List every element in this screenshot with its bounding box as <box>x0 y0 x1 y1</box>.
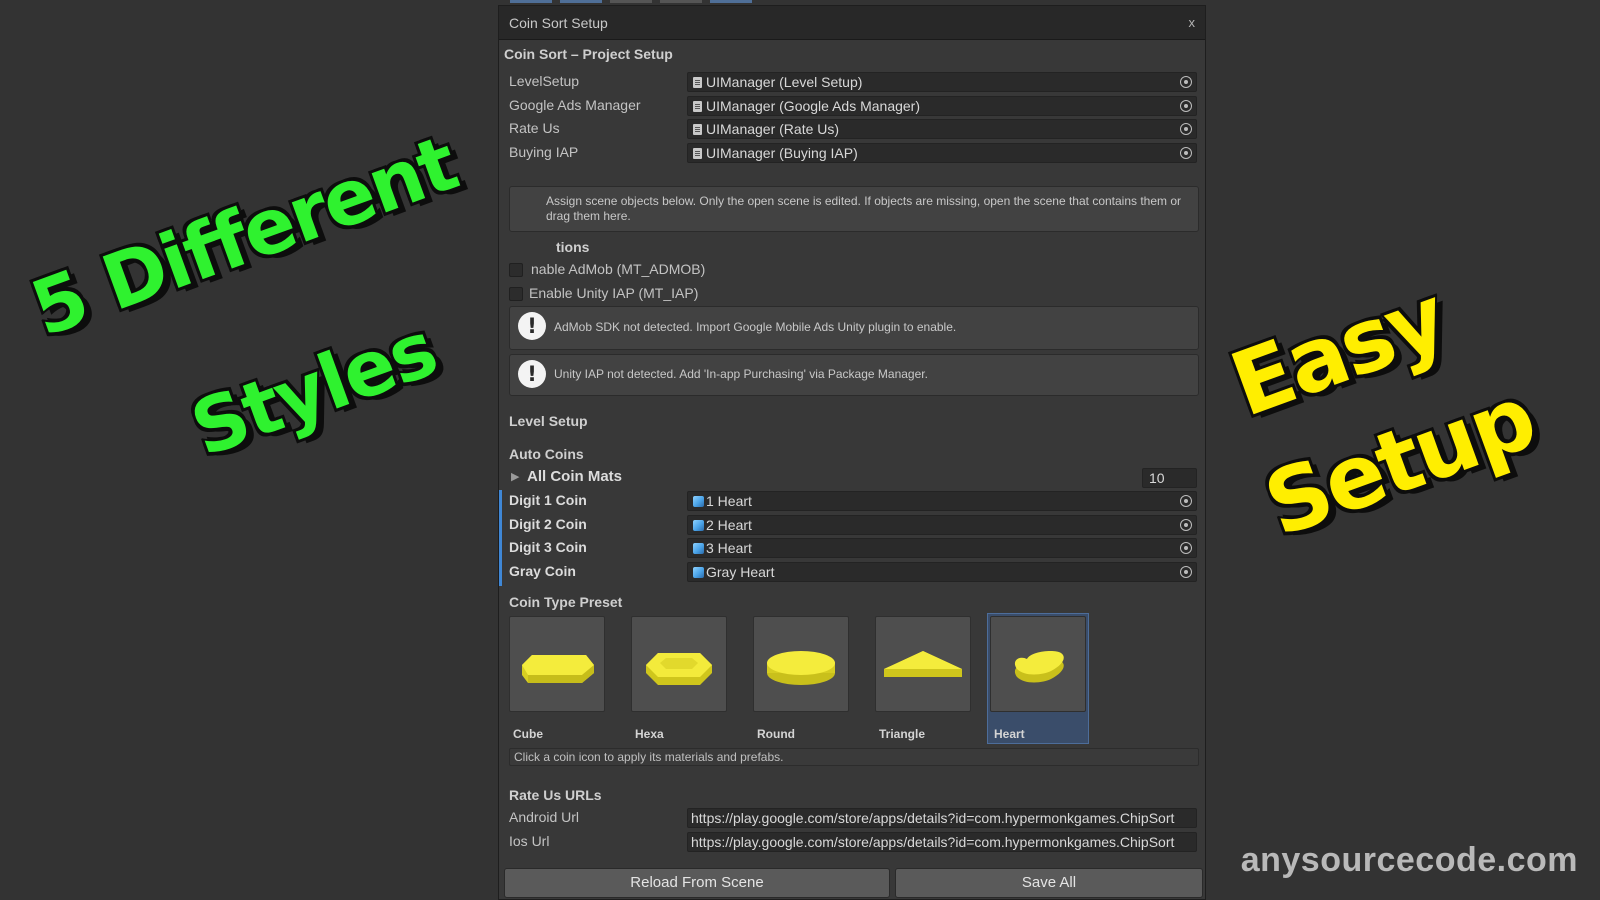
enable-iap-label: Enable Unity IAP (MT_IAP) <box>529 285 699 301</box>
digit1-coin-field[interactable]: 1 Heart <box>687 491 1197 511</box>
modified-indicator-bar <box>499 490 502 586</box>
preset-heart-label: Heart <box>994 727 1025 741</box>
preset-triangle-button[interactable] <box>875 616 971 712</box>
buying-iap-ref-value: UIManager (Buying IAP) <box>706 145 858 161</box>
material-icon <box>693 543 704 554</box>
rate-us-urls-heading: Rate Us URLs <box>509 787 602 803</box>
object-picker-icon[interactable] <box>1180 519 1192 531</box>
preset-triangle-label: Triangle <box>879 727 926 741</box>
coin-type-preset-heading: Coin Type Preset <box>509 594 623 610</box>
level-setup-ref-value: UIManager (Level Setup) <box>706 74 863 90</box>
reload-from-scene-button[interactable]: Reload From Scene <box>504 868 890 898</box>
save-all-button[interactable]: Save All <box>895 868 1203 898</box>
auto-coins-heading: Auto Coins <box>509 446 584 462</box>
all-coin-mats-size-value: 10 <box>1149 470 1165 486</box>
digit3-coin-field[interactable]: 3 Heart <box>687 538 1197 558</box>
editor-toolbar-strip <box>510 0 770 3</box>
material-icon <box>693 520 704 531</box>
preset-round-label: Round <box>757 727 795 741</box>
gameobject-icon <box>693 124 702 135</box>
object-picker-icon[interactable] <box>1180 100 1192 112</box>
all-coin-mats-size-field[interactable]: 10 <box>1142 468 1197 488</box>
iap-warning-text: Unity IAP not detected. Add 'In-app Purc… <box>554 367 928 381</box>
heart-coin-icon <box>1014 651 1064 683</box>
object-picker-icon[interactable] <box>1180 542 1192 554</box>
iap-warning-box: ! Unity IAP not detected. Add 'In-app Pu… <box>509 354 1199 396</box>
object-picker-icon[interactable] <box>1180 123 1192 135</box>
object-picker-icon[interactable] <box>1180 495 1192 507</box>
google-ads-ref-label: Google Ads Manager <box>509 97 641 113</box>
preset-heart-button[interactable] <box>990 616 1086 712</box>
google-ads-ref-field[interactable]: UIManager (Google Ads Manager) <box>687 96 1197 116</box>
preset-hint-text: Click a coin icon to apply its materials… <box>514 750 784 764</box>
digit3-coin-value: 3 Heart <box>706 540 752 556</box>
material-icon <box>693 567 704 578</box>
admob-warning-box: ! AdMob SDK not detected. Import Google … <box>509 306 1199 350</box>
promo-text-line2: Styles <box>178 302 449 476</box>
warning-icon: ! <box>518 312 546 340</box>
watermark: anysourcecode.com <box>1240 841 1578 879</box>
digit1-coin-value: 1 Heart <box>706 493 752 509</box>
gray-coin-value: Gray Heart <box>706 564 775 580</box>
android-url-value: https://play.google.com/store/apps/detai… <box>691 810 1175 826</box>
object-picker-icon[interactable] <box>1180 76 1192 88</box>
gray-coin-label: Gray Coin <box>509 563 576 579</box>
preset-hint-box: Click a coin icon to apply its materials… <box>509 748 1199 766</box>
close-icon[interactable]: x <box>1189 15 1196 30</box>
object-picker-icon[interactable] <box>1180 147 1192 159</box>
digit2-coin-value: 2 Heart <box>706 517 752 533</box>
warning-icon: ! <box>518 360 546 388</box>
buying-iap-ref-label: Buying IAP <box>509 144 579 160</box>
preset-round-button[interactable] <box>753 616 849 712</box>
ios-url-label: Ios Url <box>509 833 550 849</box>
project-setup-heading: Coin Sort – Project Setup <box>504 46 673 62</box>
coin-sort-setup-window: Coin Sort Setup x Coin Sort – Project Se… <box>498 5 1206 900</box>
ios-url-input[interactable]: https://play.google.com/store/apps/detai… <box>687 832 1197 852</box>
rate-us-ref-field[interactable]: UIManager (Rate Us) <box>687 119 1197 139</box>
preset-cube-button[interactable] <box>509 616 605 712</box>
digit1-coin-label: Digit 1 Coin <box>509 492 587 508</box>
google-ads-ref-value: UIManager (Google Ads Manager) <box>706 98 920 114</box>
gray-coin-field[interactable]: Gray Heart <box>687 562 1197 582</box>
gameobject-icon <box>693 101 702 112</box>
object-picker-icon[interactable] <box>1180 566 1192 578</box>
digit2-coin-field[interactable]: 2 Heart <box>687 515 1197 535</box>
preset-hexa-button[interactable] <box>631 616 727 712</box>
gameobject-icon <box>693 77 702 88</box>
scene-info-box: Assign scene objects below. Only the ope… <box>509 186 1199 232</box>
level-setup-ref-label: LevelSetup <box>509 73 580 89</box>
window-title: Coin Sort Setup <box>509 15 608 31</box>
admob-warning-text: AdMob SDK not detected. Import Google Mo… <box>554 320 957 334</box>
digit2-coin-label: Digit 2 Coin <box>509 516 587 532</box>
android-url-label: Android Url <box>509 809 580 825</box>
hexa-coin-icon <box>646 653 712 685</box>
triangle-coin-icon <box>884 651 962 677</box>
digit3-coin-label: Digit 3 Coin <box>509 539 587 555</box>
cube-coin-icon <box>522 655 594 683</box>
material-icon <box>693 496 704 507</box>
round-coin-icon <box>767 651 835 685</box>
preset-cube-label: Cube <box>513 727 543 741</box>
preset-hexa-label: Hexa <box>635 727 664 741</box>
enable-iap-checkbox[interactable] <box>509 287 523 301</box>
options-heading: tions <box>556 239 590 255</box>
rate-us-ref-value: UIManager (Rate Us) <box>706 121 840 137</box>
level-setup-ref-field[interactable]: UIManager (Level Setup) <box>687 72 1197 92</box>
ios-url-value: https://play.google.com/store/apps/detai… <box>691 834 1175 850</box>
enable-admob-checkbox[interactable] <box>509 263 523 277</box>
buying-iap-ref-field[interactable]: UIManager (Buying IAP) <box>687 143 1197 163</box>
level-setup-heading: Level Setup <box>509 413 588 429</box>
window-titlebar[interactable]: Coin Sort Setup x <box>499 6 1205 40</box>
scene-info-text: Assign scene objects below. Only the ope… <box>546 194 1182 223</box>
gameobject-icon <box>693 148 702 159</box>
foldout-arrow-icon[interactable]: ▶ <box>511 470 519 483</box>
android-url-input[interactable]: https://play.google.com/store/apps/detai… <box>687 808 1197 828</box>
rate-us-ref-label: Rate Us <box>509 120 560 136</box>
all-coin-mats-foldout[interactable]: All Coin Mats <box>527 468 622 485</box>
enable-admob-label: nable AdMob (MT_ADMOB) <box>531 261 706 277</box>
